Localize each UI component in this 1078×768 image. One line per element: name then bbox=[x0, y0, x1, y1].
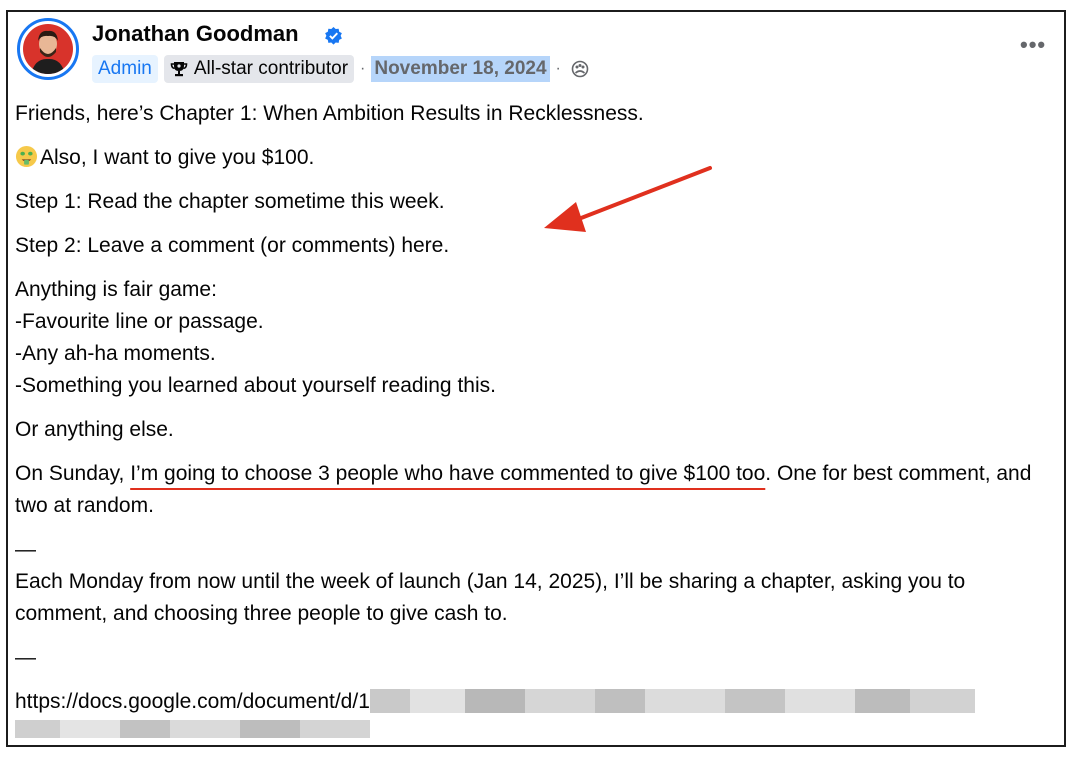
post-line: -Something you learned about yourself re… bbox=[15, 374, 496, 397]
contributor-label: All-star contributor bbox=[193, 58, 349, 79]
author-name[interactable]: Jonathan Goodman bbox=[92, 21, 299, 47]
post-line: Friends, here’s Chapter 1: When Ambition… bbox=[15, 102, 644, 125]
post-line: Each Monday from now until the week of l… bbox=[15, 570, 966, 625]
post-date[interactable]: November 18, 2024 bbox=[371, 56, 550, 82]
trophy-icon bbox=[170, 62, 188, 77]
redacted-link-blur bbox=[15, 720, 370, 738]
post-line-text: Also, I want to give you $100. bbox=[40, 146, 315, 169]
post-line: Anything is fair game: bbox=[15, 278, 217, 301]
more-options-button[interactable]: ••• bbox=[1020, 32, 1046, 58]
post-line-text: On Sunday, bbox=[15, 462, 131, 485]
post-line: -Favourite line or passage. bbox=[15, 310, 264, 333]
post-line: -Any ah-ha moments. bbox=[15, 342, 216, 365]
money-mouth-face-emoji bbox=[15, 145, 38, 168]
post-card: Jonathan Goodman ••• Admin All-star cont… bbox=[6, 10, 1066, 747]
divider-dash: — bbox=[15, 646, 36, 669]
group-audience-icon[interactable] bbox=[571, 60, 589, 78]
document-link-text[interactable]: https://docs.google.com/document/d/1 bbox=[15, 690, 370, 713]
verified-badge-icon bbox=[325, 26, 342, 45]
meta-separator: · bbox=[360, 60, 366, 77]
post-meta: Admin All-star contributor · November 18… bbox=[92, 53, 589, 85]
underlined-promise: I’m going to choose 3 people who have co… bbox=[130, 462, 766, 485]
divider-dash: — bbox=[15, 538, 36, 561]
post-line: Or anything else. bbox=[15, 418, 174, 441]
red-annotation-arrow bbox=[544, 166, 712, 232]
admin-badge[interactable]: Admin bbox=[92, 55, 158, 83]
post-line: On Sunday, I’m going to choose 3 people … bbox=[15, 458, 1060, 522]
meta-separator: · bbox=[555, 60, 561, 77]
author-avatar[interactable] bbox=[17, 18, 79, 80]
document-link[interactable]: https://docs.google.com/document/d/1 bbox=[15, 686, 1060, 718]
redacted-link-blur bbox=[369, 689, 975, 713]
all-star-contributor-badge[interactable]: All-star contributor bbox=[163, 55, 355, 83]
